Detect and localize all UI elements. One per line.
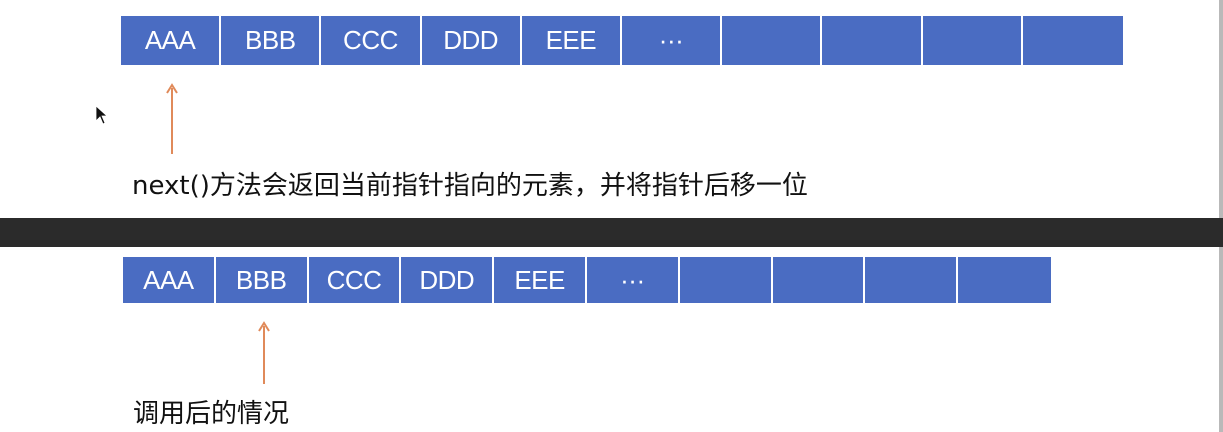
up-arrow-icon — [258, 321, 270, 384]
caption-after: 调用后的情况 — [133, 399, 290, 429]
array-cell: BBB — [221, 16, 322, 65]
array-cell: CCC — [321, 16, 422, 65]
top-slide: AAA BBB CCC DDD EEE ··· next()方法会返回当前指针指… — [0, 0, 1223, 218]
array-cell: AAA — [123, 257, 216, 303]
array-row-after: AAA BBB CCC DDD EEE ··· — [123, 257, 1051, 303]
array-cell-empty — [865, 257, 959, 303]
up-arrow-icon — [166, 83, 178, 154]
array-cell: EEE — [521, 16, 622, 65]
caption-before: next()方法会返回当前指针指向的元素，并将指针后移一位 — [132, 171, 808, 201]
array-cell-empty — [772, 257, 866, 303]
array-cell: DDD — [401, 257, 495, 303]
array-cell-empty — [722, 16, 823, 65]
array-cell: DDD — [421, 16, 522, 65]
array-cell: AAA — [121, 16, 222, 65]
array-cell-empty — [922, 16, 1023, 65]
array-cell: BBB — [215, 257, 309, 303]
array-cell-ellipsis: ··· — [621, 16, 723, 65]
array-cell-ellipsis: ··· — [586, 257, 680, 303]
array-cell: CCC — [308, 257, 402, 303]
mouse-cursor-icon — [96, 106, 108, 125]
array-cell-empty — [679, 257, 773, 303]
array-row-before: AAA BBB CCC DDD EEE ··· — [121, 16, 1123, 65]
array-cell-empty — [958, 257, 1051, 303]
array-cell: EEE — [494, 257, 587, 303]
array-cell-empty — [822, 16, 923, 65]
array-cell-empty — [1022, 16, 1123, 65]
